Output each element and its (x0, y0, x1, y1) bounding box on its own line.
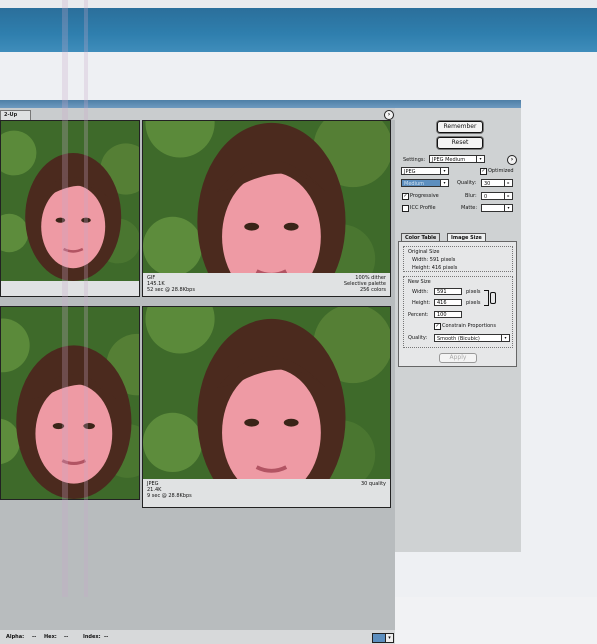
scan-stripe (84, 0, 88, 597)
quality-preset-select[interactable]: Medium ▾ (401, 179, 449, 187)
jpeg-quality: 30 quality (360, 481, 386, 487)
scan-stripe (62, 0, 68, 597)
chevron-down-icon: ▾ (440, 168, 448, 174)
matte-select[interactable]: ▾ (481, 204, 513, 212)
icc-profile-checkbox[interactable] (402, 205, 409, 212)
quality-field[interactable]: 30 ▸ (481, 179, 513, 187)
settings-select[interactable]: JPEG Medium ▾ (429, 155, 485, 163)
chevron-right-icon: ▸ (504, 193, 512, 199)
height-unit: pixels (466, 300, 481, 306)
resample-quality-label: Quality: (408, 335, 428, 341)
chain-link-icon[interactable] (490, 292, 496, 304)
progressive-label: Progressive (410, 193, 439, 199)
gif-colors: 256 colors (359, 287, 386, 293)
pane-bottom-left[interactable] (0, 306, 140, 500)
alpha-value: -- (32, 634, 37, 640)
format-select[interactable]: JPEG ▾ (401, 167, 449, 175)
chevron-down-icon: ▾ (440, 180, 448, 186)
pane-info (1, 281, 139, 296)
settings-label: Settings: (403, 157, 426, 163)
preview-area: GIF 145.1K 52 sec @ 28.8Kbps 100% dither… (0, 120, 395, 630)
alpha-label: Alpha: (6, 634, 25, 640)
height-label: Height: (412, 300, 431, 306)
top-strip (0, 0, 597, 8)
image-size-panel: Original Size Width: 591 pixels Height: … (398, 241, 517, 367)
hex-value: -- (64, 634, 69, 640)
resample-quality-value: Smooth (Bicubic) (437, 336, 480, 342)
progressive-checkbox[interactable]: ✓ (402, 193, 409, 200)
quality-value: 30 (484, 181, 491, 187)
optimize-settings-panel: Remember Reset Settings: JPEG Medium ▾ › … (395, 108, 521, 552)
index-label: Index: (83, 634, 101, 640)
window-title-bar (0, 100, 521, 108)
constrain-proportions-checkbox[interactable]: ✓ (434, 323, 441, 330)
link-bracket-icon (484, 290, 489, 306)
chevron-down-icon: ▾ (501, 335, 509, 341)
quality-preset-value: Medium (404, 181, 424, 187)
original-size-title: Original Size (408, 249, 440, 255)
percent-label: Percent: (408, 312, 429, 318)
index-value: -- (104, 634, 109, 640)
percent-input[interactable]: 100 (434, 311, 462, 318)
quality-label: Quality: (457, 180, 477, 186)
chevron-down-icon: ▾ (504, 205, 512, 211)
pane-info-gif: GIF 145.1K 52 sec @ 28.8Kbps 100% dither… (143, 273, 390, 296)
pane-original-top-left[interactable] (0, 120, 140, 297)
width-unit: pixels (466, 289, 481, 295)
pane-gif[interactable]: GIF 145.1K 52 sec @ 28.8Kbps 100% dither… (142, 120, 391, 297)
new-size-title: New Size (408, 279, 431, 285)
settings-value: JPEG Medium (432, 157, 466, 163)
gif-settings: 100% dither Selective palette 256 colors (344, 275, 386, 293)
pane-jpeg[interactable]: JPEG 21.4K 9 sec @ 28.8Kbps 30 quality (142, 306, 391, 508)
reset-button[interactable]: Reset (437, 137, 483, 149)
blur-field[interactable]: 0 ▸ (481, 192, 513, 200)
jpeg-time: 9 sec @ 28.8Kbps (147, 493, 192, 499)
original-width: Width: 591 pixels (412, 257, 456, 263)
portrait-photo (1, 307, 139, 499)
format-value: JPEG (404, 169, 416, 175)
save-for-web-window: 2-Up › GIF 145.1K 52 sec @ 28.8Kbps 100%… (0, 100, 521, 644)
icc-profile-label: ICC Profile (410, 205, 436, 211)
width-label: Width: (412, 289, 429, 295)
apply-button[interactable]: Apply (439, 353, 477, 363)
chevron-right-icon: ▸ (504, 180, 512, 186)
new-size-group: New Size Width: 591 pixels Height: 416 p… (403, 276, 513, 348)
tab-2-up[interactable]: 2-Up (0, 110, 31, 120)
height-input[interactable]: 416 (434, 299, 462, 306)
browser-preview-icon[interactable] (372, 633, 386, 643)
remember-button[interactable]: Remember (437, 121, 483, 133)
chevron-down-icon: ▾ (476, 156, 484, 162)
constrain-proportions-label: Constrain Proportions (442, 323, 496, 329)
portrait-photo (143, 307, 390, 479)
browser-menu-chevron-icon[interactable]: ▾ (385, 633, 394, 643)
optimized-checkbox[interactable]: ✓ (480, 168, 487, 175)
matte-label: Matte: (461, 205, 478, 211)
preview-menu-icon[interactable]: › (384, 110, 394, 120)
optimized-label: Optimized (488, 168, 514, 174)
original-height: Height: 416 pixels (412, 265, 458, 271)
header-band (0, 8, 597, 52)
status-bar: Alpha: -- Hex: -- Index: -- ▾ (0, 630, 395, 644)
pane-info-jpeg: JPEG 21.4K 9 sec @ 28.8Kbps 30 quality (143, 479, 390, 507)
portrait-photo (1, 121, 139, 281)
hex-label: Hex: (44, 634, 57, 640)
resample-quality-select[interactable]: Smooth (Bicubic) ▾ (434, 334, 510, 342)
blur-value: 0 (484, 194, 488, 200)
width-input[interactable]: 591 (434, 288, 462, 295)
blur-label: Blur: (465, 193, 477, 199)
optimize-menu-icon[interactable]: › (507, 155, 517, 165)
portrait-photo (143, 121, 390, 273)
original-size-group: Original Size Width: 591 pixels Height: … (403, 246, 513, 272)
